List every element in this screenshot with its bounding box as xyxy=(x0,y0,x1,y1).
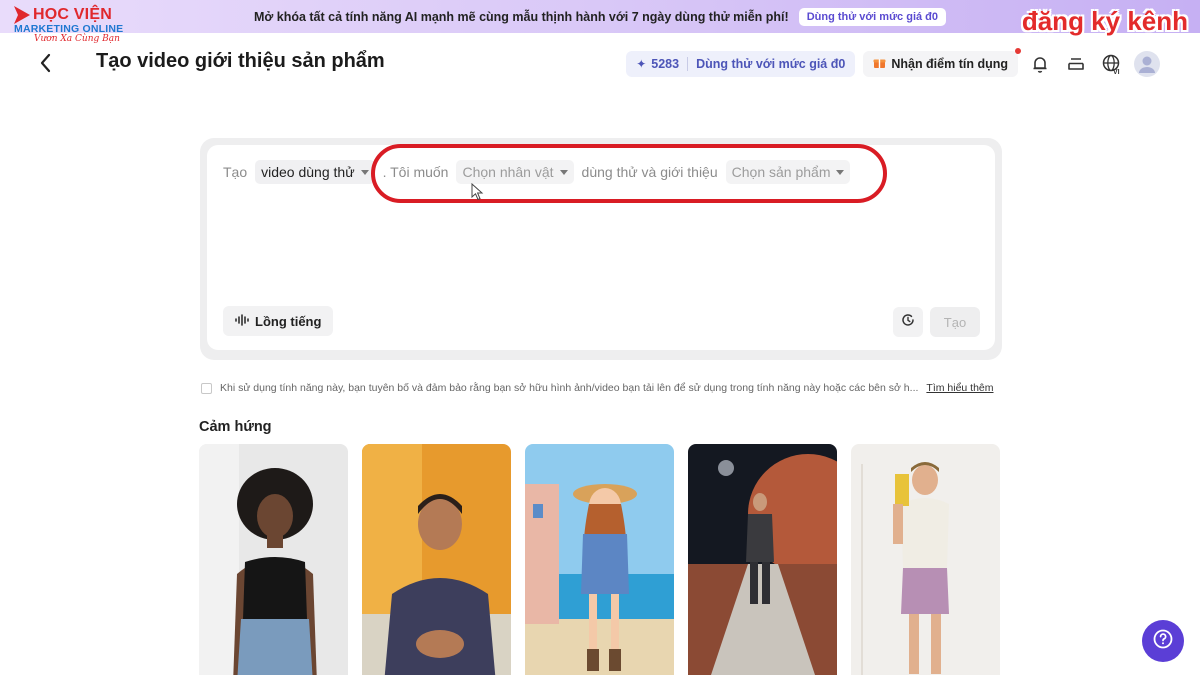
language-globe-icon[interactable]: VI xyxy=(1098,50,1126,78)
inspiration-tile[interactable] xyxy=(362,444,511,675)
channel-logo: HỌC VIỆN MARKETING ONLINE Vươn Xa Cùng B… xyxy=(14,6,126,56)
promo-banner: Mở khóa tất cả tính năng AI mạnh mẽ cùng… xyxy=(0,0,1200,33)
user-avatar[interactable] xyxy=(1134,51,1160,77)
prompt-prefix: Tạo xyxy=(223,164,248,180)
help-button[interactable] xyxy=(1142,620,1184,662)
logo-tagline: Vươn Xa Cùng Bạn xyxy=(34,34,120,44)
video-type-value: video dùng thử xyxy=(261,164,355,180)
woman-in-tank-top-image xyxy=(199,444,348,675)
page-title: Tạo video giới thiệu sản phẩm xyxy=(96,50,385,72)
logo-mark-icon xyxy=(14,6,30,24)
bell-icon[interactable] xyxy=(1026,50,1054,78)
credits-count: 5283 xyxy=(651,57,680,71)
highlight-annotation xyxy=(371,144,887,203)
notification-dot xyxy=(1015,48,1021,54)
subscribe-watermark: đăng ký kênh xyxy=(1021,6,1188,36)
history-button[interactable] xyxy=(893,307,923,337)
create-button[interactable]: Tạo xyxy=(930,307,980,337)
waveform-icon xyxy=(235,313,249,329)
layers-icon[interactable] xyxy=(1062,50,1090,78)
inspiration-title: Cảm hứng xyxy=(199,419,272,435)
video-type-dropdown[interactable]: video dùng thử xyxy=(255,160,375,184)
credits-pill[interactable]: ✦ 5283 Dùng thử với mức giá đ0 xyxy=(626,51,856,77)
svg-text:VI: VI xyxy=(1113,69,1120,75)
inspiration-tile[interactable] xyxy=(199,444,348,675)
inspiration-tile[interactable] xyxy=(688,444,837,675)
mouse-cursor-icon xyxy=(471,182,485,201)
terms-checkbox[interactable] xyxy=(201,382,212,394)
back-arrow-icon[interactable] xyxy=(36,52,56,74)
disclaimer-text: Khi sử dụng tính năng này, bạn tuyên bố … xyxy=(220,382,919,394)
trial-button[interactable]: Dùng thử với mức giá đ0 xyxy=(696,57,845,71)
terms-disclaimer: Khi sử dụng tính năng này, bạn tuyên bố … xyxy=(201,382,994,394)
cartoon-girl-beach-image xyxy=(525,444,674,675)
gift-icon xyxy=(873,56,886,72)
sparkle-icon: ✦ xyxy=(636,57,647,71)
man-sitting-image xyxy=(362,444,511,675)
inspiration-tile[interactable] xyxy=(851,444,1000,675)
chevron-down-icon xyxy=(360,169,369,175)
inspiration-tile[interactable] xyxy=(525,444,674,675)
man-holding-product-image xyxy=(851,444,1000,675)
voiceover-label: Lồng tiếng xyxy=(255,313,322,329)
get-points-label: Nhận điểm tín dụng xyxy=(891,57,1008,71)
promo-trial-button[interactable]: Dùng thử với mức giá đ0 xyxy=(798,7,947,26)
divider xyxy=(687,57,689,71)
history-clock-icon xyxy=(901,313,915,332)
astronaut-runway-image xyxy=(688,444,837,675)
promo-text: Mở khóa tất cả tính năng AI mạnh mẽ cùng… xyxy=(253,9,789,24)
question-icon xyxy=(1152,628,1174,655)
logo-name: HỌC VIỆN xyxy=(33,6,112,23)
learn-more-link[interactable]: Tìm hiểu thêm xyxy=(926,382,993,394)
get-points-button[interactable]: Nhận điểm tín dụng xyxy=(863,48,1021,77)
inspiration-gallery xyxy=(199,444,1000,675)
voiceover-button[interactable]: Lồng tiếng xyxy=(223,306,334,336)
header-actions: ✦ 5283 Dùng thử với mức giá đ0 Nhận điểm… xyxy=(626,48,1160,78)
